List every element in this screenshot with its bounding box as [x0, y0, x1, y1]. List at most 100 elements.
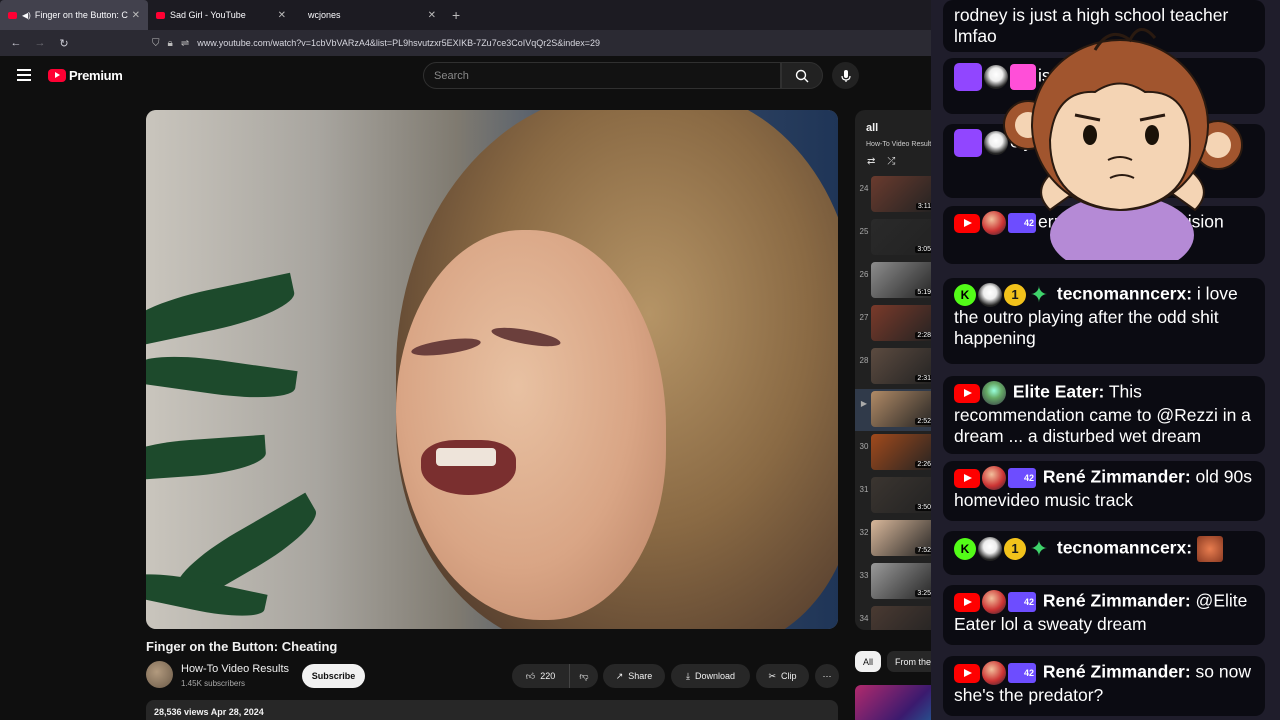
- playlist-thumbnail[interactable]: 2:26: [871, 434, 935, 470]
- chat-message: K 1 ✦ tecnomanncerx: i love the outro play…: [943, 278, 1265, 364]
- clip-label: Clip: [781, 671, 797, 681]
- download-label: Download: [694, 671, 735, 681]
- playlist-thumbnail[interactable]: 3:50: [871, 477, 935, 513]
- download-icon: ⤓: [685, 670, 690, 681]
- playlist-item-index: 30: [859, 442, 869, 451]
- playlist-thumbnail[interactable]: 2:52: [871, 391, 935, 427]
- share-icon: ↗: [615, 670, 624, 681]
- kick-badge-icon: K: [954, 284, 976, 306]
- chat-message: Elite Eater: This recommendation came to…: [943, 376, 1265, 454]
- description-box[interactable]: 28,536 views Apr 28, 2024: [146, 700, 838, 720]
- youtube-play-icon: [48, 69, 66, 82]
- playlist-item-index: 32: [859, 528, 869, 537]
- playlist-owner[interactable]: How-To Video Results: [866, 141, 935, 148]
- like-button[interactable]: 👍︎ 220: [512, 664, 569, 688]
- speaker-icon[interactable]: ◀): [22, 11, 31, 20]
- yt-badge-icon: [954, 663, 980, 683]
- playlist-thumbnail[interactable]: 2:31: [871, 348, 935, 384]
- scissors-icon: ✂: [768, 670, 777, 681]
- permissions-icon[interactable]: ⇌: [181, 38, 189, 49]
- channel-name[interactable]: How-To Video Results: [181, 663, 289, 675]
- thumbs-up-icon: 👍︎: [525, 670, 536, 681]
- shuffle-icon[interactable]: ⤮: [887, 156, 895, 167]
- address-bar[interactable]: ⛉ 🔒︎ ⇌ www.youtube.com/watch?v=1cbVbVARz…: [152, 34, 600, 52]
- download-button[interactable]: ⤓ Download: [671, 664, 750, 688]
- new-tab-icon[interactable]: +: [452, 7, 460, 23]
- search-button[interactable]: [781, 62, 823, 89]
- chip-all[interactable]: All: [855, 651, 882, 672]
- chat-message: K 1 ✦ tecnomanncerx:: [943, 531, 1265, 575]
- playlist-thumbnail[interactable]: 5:19: [871, 262, 935, 298]
- more-icon: ⋯: [822, 670, 832, 681]
- youtube-favicon-icon: [156, 11, 165, 19]
- search-input[interactable]: Search: [423, 62, 781, 89]
- crown-badge-icon: 42: [1008, 468, 1036, 488]
- lock-icon[interactable]: 🔒︎: [168, 38, 173, 49]
- youtube-logo[interactable]: Premium: [48, 68, 123, 83]
- playlist-item-index: 27: [859, 313, 869, 322]
- playlist-item-index: 33: [859, 571, 869, 580]
- thumbs-down-icon: 👎︎: [579, 670, 589, 681]
- tab-title: Finger on the Button: Cheati: [34, 10, 128, 20]
- views-and-date: 28,536 views Apr 28, 2024: [154, 707, 264, 717]
- shield-icon[interactable]: ⛉: [152, 38, 160, 49]
- tab-title: wcjones: [308, 10, 341, 20]
- coin-badge-icon: 1: [1004, 538, 1026, 560]
- tab-finger-on-the-button[interactable]: ◀) Finger on the Button: Cheati ✕: [0, 0, 148, 30]
- subscribe-button[interactable]: Subscribe: [302, 664, 365, 688]
- channel-avatar[interactable]: [146, 661, 173, 688]
- share-label: Share: [628, 671, 653, 681]
- share-button[interactable]: ↗ Share: [603, 664, 665, 688]
- chat-username: tecnomanncerx:: [1056, 537, 1193, 558]
- playlist-thumbnail[interactable]: 2:28: [871, 305, 935, 341]
- chat-username: Elite Eater:: [1012, 381, 1105, 402]
- yt-badge-icon: [954, 592, 980, 612]
- reload-icon[interactable]: ↻: [52, 37, 76, 50]
- subscriber-count: 1.45K subscribers: [181, 679, 246, 688]
- playlist-thumbnail[interactable]: 3:11: [871, 176, 935, 212]
- loop-icon[interactable]: ⇄: [867, 156, 875, 167]
- chat-emote-icon: [1196, 536, 1223, 562]
- av2-badge-icon: [978, 537, 1002, 561]
- forward-icon[interactable]: →: [28, 37, 52, 49]
- playlist-title[interactable]: all: [866, 122, 878, 134]
- playlist-item-index: 31: [859, 485, 869, 494]
- video-title: Finger on the Button: Cheating: [146, 639, 338, 654]
- playlist-item-index: 25: [859, 227, 869, 236]
- playlist-thumbnail[interactable]: 7:52: [871, 520, 935, 556]
- kick-badge-icon: K: [954, 538, 976, 560]
- playlist-thumbnail[interactable]: [871, 606, 935, 630]
- close-tab-icon[interactable]: ✕: [278, 10, 286, 21]
- playlist-thumbnail[interactable]: 3:05: [871, 219, 935, 255]
- microphone-icon: [840, 69, 851, 82]
- playlist-item-index: 26: [859, 270, 869, 279]
- tab-title: Sad Girl - YouTube: [170, 10, 246, 20]
- av1-badge-icon: [982, 466, 1006, 490]
- av1-badge-icon: [982, 590, 1006, 614]
- av2-badge-icon: [978, 283, 1002, 307]
- url-text[interactable]: www.youtube.com/watch?v=1cbVbVARzA4&list…: [197, 38, 600, 48]
- close-tab-icon[interactable]: ✕: [428, 10, 436, 21]
- youtube-favicon-icon: [8, 11, 17, 19]
- chat-username: René Zimmander:: [1042, 590, 1191, 611]
- twitch-badge-icon: [954, 63, 982, 91]
- voice-search-button[interactable]: [832, 62, 859, 89]
- youtube-header: Premium Search: [0, 56, 940, 96]
- chat-message: 42 René Zimmander: so now she's the pred…: [943, 656, 1265, 716]
- more-actions-button[interactable]: ⋯: [815, 664, 839, 688]
- back-icon[interactable]: ←: [4, 37, 28, 49]
- search-placeholder: Search: [434, 69, 469, 82]
- tab-wcjones[interactable]: wcjones ✕: [294, 0, 444, 30]
- woman-teeth: [436, 448, 496, 466]
- dislike-button[interactable]: 👎︎: [569, 664, 598, 688]
- playlist-thumbnail[interactable]: 3:25: [871, 563, 935, 599]
- video-player[interactable]: [146, 110, 838, 629]
- playlist-item-index: 24: [859, 184, 869, 193]
- chat-username: René Zimmander:: [1042, 466, 1191, 487]
- chat-message: 42 René Zimmander: @Elite Eater lol a sw…: [943, 585, 1265, 645]
- chat-username: tecnomanncerx:: [1056, 283, 1193, 304]
- clip-button[interactable]: ✂ Clip: [756, 664, 809, 688]
- menu-icon[interactable]: [17, 69, 31, 81]
- close-tab-icon[interactable]: ✕: [132, 10, 140, 21]
- tab-sad-girl[interactable]: Sad Girl - YouTube ✕: [148, 0, 294, 30]
